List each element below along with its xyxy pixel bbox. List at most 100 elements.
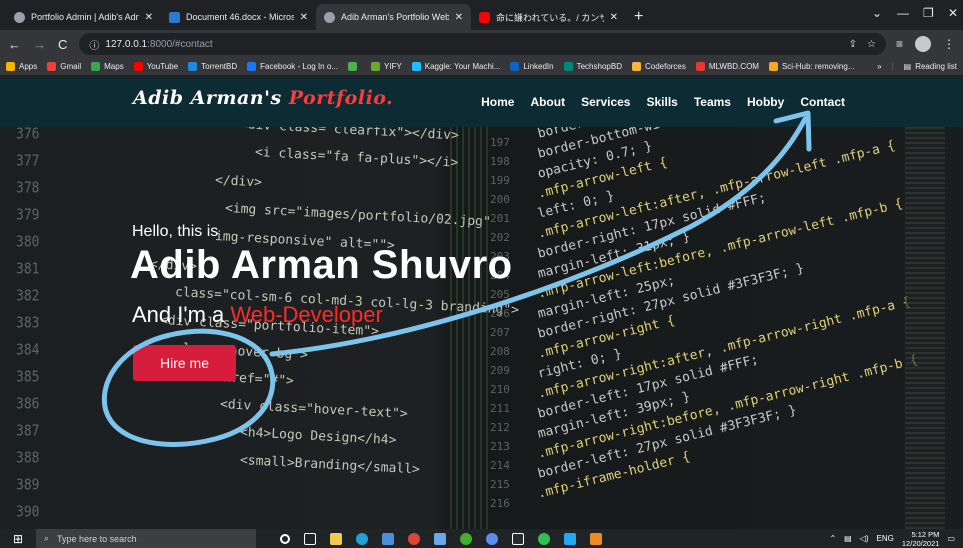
tab-title: 命に嫌われている。/ カンザキイオリ(C [496, 12, 604, 23]
bookmark-techshopbd[interactable]: TechshopBD [563, 62, 622, 71]
code-line-number: 378 [16, 179, 40, 198]
code-line-number: 377 [16, 152, 40, 171]
nav-about[interactable]: About [530, 95, 565, 109]
bookmark-star-icon[interactable]: ☆ [867, 39, 876, 50]
language-indicator[interactable]: ENG [877, 534, 894, 543]
site-logo[interactable]: Adib Arman's Portfolio. [133, 87, 393, 109]
close-tab-icon[interactable]: ✕ [610, 12, 618, 23]
nav-teams[interactable]: Teams [694, 95, 731, 109]
epic-games-icon[interactable] [512, 532, 524, 545]
code-line-number: 211 [490, 402, 510, 415]
site-menu: Home About Services Skills Teams Hobby C… [481, 77, 845, 127]
bookmark-torrentbd[interactable]: TorrentBD [188, 62, 237, 71]
code-line: <h4>Logo Design</h4> [239, 425, 397, 449]
nav-skills[interactable]: Skills [646, 95, 677, 109]
tab-portfolio-admin[interactable]: Portfolio Admin | Adib's Admin S ✕ [6, 4, 161, 30]
nav-services[interactable]: Services [581, 95, 630, 109]
bookmark-apps[interactable]: Apps [6, 62, 37, 71]
share-icon[interactable]: ⇪ [849, 39, 857, 50]
code-line-number: 208 [490, 345, 510, 358]
reading-mode-icon[interactable]: ≡ [896, 37, 903, 51]
bookmark-kaggle[interactable]: Kaggle: Your Machi... [411, 62, 500, 71]
code-line-number: 209 [490, 364, 510, 377]
profile-avatar[interactable] [915, 36, 931, 52]
tray-overflow-icon[interactable]: ⌃ [829, 534, 836, 543]
network-icon[interactable]: ▤ [844, 534, 852, 543]
bookmark-youtube[interactable]: YouTube [133, 62, 178, 71]
bookmark-gmail[interactable]: Gmail [47, 62, 81, 71]
bookmarks-overflow-button[interactable]: » [877, 62, 881, 71]
anaconda-icon[interactable] [460, 532, 472, 545]
file-explorer-icon[interactable] [330, 532, 342, 545]
code-line-number: 383 [16, 314, 40, 333]
tab-youtube-music[interactable]: 命に嫌われている。/ カンザキイオリ(C ✕ [471, 4, 626, 30]
taskbar-clock[interactable]: 5:12 PM 12/20/2021 [902, 530, 940, 548]
tab-search-icon[interactable]: ⌄ [872, 6, 882, 20]
reload-icon[interactable]: C [58, 37, 67, 52]
reading-list-icon: ▤ [903, 62, 912, 71]
tab-portfolio-website[interactable]: Adib Arman's Portfolio Website ✕ [316, 4, 471, 30]
code-line-number: 198 [490, 155, 510, 168]
code-line-number: 213 [490, 440, 510, 453]
app-icon[interactable] [486, 532, 498, 545]
bookmark-codeforces[interactable]: Codeforces [631, 62, 686, 71]
bookmark-maps[interactable]: Maps [91, 62, 124, 71]
reading-list-button[interactable]: ▤ Reading list [904, 62, 957, 71]
bookmark-unnamed[interactable] [347, 62, 361, 71]
code-right-panel: 1961971981992002012022032042052062072082… [490, 84, 920, 529]
bookmark-mlwbd[interactable]: MLWBD.COM [695, 62, 759, 71]
taskbar-search[interactable]: ⌕ Type here to search [36, 529, 256, 548]
info-icon[interactable]: ⓘ [89, 37, 99, 52]
mail-icon[interactable] [382, 532, 394, 545]
torrentbd-icon [188, 62, 198, 71]
code-line-number: 210 [490, 383, 510, 396]
hire-me-button[interactable]: Hire me [133, 345, 236, 381]
nav-contact[interactable]: Contact [800, 95, 845, 109]
tab-document-word[interactable]: Document 46.docx - Microsoft W ✕ [161, 4, 316, 30]
tagline-role: Web-Developer [230, 302, 383, 327]
globe-icon [14, 11, 25, 23]
forward-icon[interactable]: → [33, 37, 46, 52]
menu-kebab-icon[interactable]: ⋮ [943, 37, 955, 51]
close-tab-icon[interactable]: ✕ [300, 12, 308, 23]
code-line: </div> [214, 173, 263, 191]
app-icon[interactable] [538, 532, 550, 545]
edge-icon[interactable] [356, 532, 368, 545]
cortana-icon[interactable] [280, 533, 290, 544]
code-line-number: 389 [16, 476, 40, 495]
windows-start-icon[interactable]: ⊞ [0, 529, 36, 548]
bookmark-linkedin[interactable]: LinkedIn [510, 62, 554, 71]
close-window-icon[interactable]: ✕ [948, 6, 958, 20]
bookmark-facebook[interactable]: Facebook - Log In o... [247, 62, 338, 71]
code-line-number: 206 [490, 307, 510, 320]
back-icon[interactable]: ← [8, 37, 21, 52]
gmail-icon [47, 62, 57, 71]
minimize-icon[interactable]: — [897, 6, 909, 20]
close-tab-icon[interactable]: ✕ [455, 12, 463, 23]
address-bar[interactable]: ⓘ 127.0.0.1 :8000/#contact ⇪ ☆ [79, 33, 886, 55]
matrix-rain-strip [450, 77, 490, 529]
taskbar-apps [280, 532, 602, 545]
close-tab-icon[interactable]: ✕ [145, 12, 153, 23]
notification-icon[interactable]: ▭ [947, 534, 955, 543]
bookmark-scihub[interactable]: Sci-Hub: removing... [768, 62, 854, 71]
code-line-number: 201 [490, 212, 510, 225]
volume-icon[interactable]: ◁) [860, 534, 869, 543]
new-tab-button[interactable]: + [634, 8, 643, 26]
code-line-number: 386 [16, 395, 40, 414]
maximize-icon[interactable]: ❐ [923, 6, 934, 20]
bookmark-yify[interactable]: YIFY [370, 62, 402, 71]
app-icon[interactable] [434, 532, 446, 545]
chrome-icon[interactable] [408, 532, 420, 545]
nav-home[interactable]: Home [481, 95, 514, 109]
vscode-icon[interactable] [564, 532, 576, 545]
tab-title: Document 46.docx - Microsoft W [186, 12, 294, 22]
url-host: 127.0.0.1 [105, 38, 148, 50]
nav-hobby[interactable]: Hobby [747, 95, 784, 109]
task-view-icon[interactable] [304, 532, 316, 545]
techshop-icon [563, 62, 573, 71]
code-line: <div class="hover-text"> [219, 397, 408, 422]
vlc-icon[interactable] [590, 532, 602, 545]
tagline-prefix: And I'm a [132, 302, 231, 327]
code-line-number: 216 [490, 497, 510, 510]
